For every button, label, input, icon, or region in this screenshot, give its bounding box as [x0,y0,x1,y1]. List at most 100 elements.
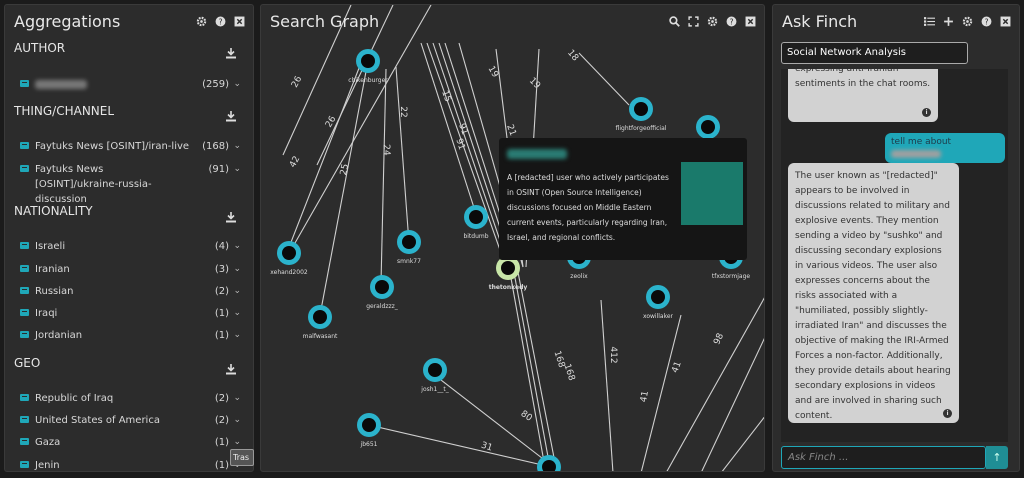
graph-node[interactable]: malfwasant [303,305,338,340]
list-item[interactable]: (259) ⌄ [20,77,241,92]
download-icon[interactable] [225,107,237,122]
chat-history[interactable]: expressing anti-Iranian sentiments in th… [781,69,1008,442]
item-label [35,77,195,92]
item-count: (91) [208,164,229,175]
list-item[interactable]: Faytuks News [OSINT]/iran-live (168) ⌄ [20,139,241,154]
trash-tooltip: Tras [230,449,254,466]
graph-edge [380,68,387,284]
item-count: (1) [214,308,229,319]
chevron-down-icon[interactable]: ⌄ [229,77,241,92]
graph-node[interactable]: chikenburger [348,49,388,84]
download-icon[interactable] [225,44,237,59]
item-count: (1) [214,437,229,448]
chevron-down-icon[interactable]: ⌄ [229,262,241,277]
aggregations-title: Aggregations [14,12,121,31]
search-graph-title: Search Graph [270,12,380,31]
graph-edge-label: 98 [712,332,726,347]
chevron-down-icon[interactable]: ⌄ [229,391,241,406]
graph-edge-label: 26 [290,74,304,89]
query-title-field[interactable]: Social Network Analysis [781,42,968,64]
info-icon[interactable]: i [922,108,931,117]
plus-icon[interactable] [943,16,954,27]
graph-edge-label: 80 [519,409,534,424]
svg-text:?: ? [984,17,988,26]
tag-icon [20,242,29,249]
graph-node-label: chikenburger [348,77,388,84]
chevron-down-icon[interactable]: ⌄ [229,328,241,343]
chevron-down-icon[interactable]: ⌄ [229,139,241,154]
graph-node[interactable]: flightforgeofficial [616,97,667,132]
list-item[interactable]: Russian (2) ⌄ [20,284,241,299]
help-icon[interactable]: ? [215,16,226,27]
chevron-down-icon[interactable]: ⌄ [229,413,241,428]
graph-node[interactable]: xehand2002 [270,241,308,276]
message-text: tell me about [891,137,952,147]
graph-node-label: xehand2002 [270,269,308,276]
gear-icon[interactable] [196,16,207,27]
svg-text:?: ? [729,17,733,26]
graph-edge-label: 168 [561,363,576,383]
download-icon[interactable] [225,208,237,223]
tag-icon [20,142,29,149]
info-icon[interactable]: i [943,409,952,418]
chevron-down-icon[interactable]: ⌄ [229,306,241,321]
graph-edge [666,297,764,471]
list-icon[interactable] [924,16,935,27]
item-label: Iraqi [35,308,58,319]
list-item[interactable]: Jenin (1) ⌄ [20,458,241,471]
graph-node-label: tfxstormjage [712,273,751,280]
list-item[interactable]: Gaza (1) ⌄ [20,435,241,450]
list-item[interactable]: Iraqi (1) ⌄ [20,306,241,321]
help-icon[interactable]: ? [981,16,992,27]
download-icon[interactable] [225,360,237,375]
item-count: (1) [214,460,229,471]
graph-node[interactable]: smnk77 [397,230,421,265]
graph-node-label: malfwasant [303,333,338,340]
svg-text:?: ? [218,17,222,26]
tag-icon [20,165,29,172]
gear-icon[interactable] [707,16,718,27]
list-item[interactable]: United States of America (2) ⌄ [20,413,241,428]
graph-edge [440,379,552,466]
graph-node[interactable]: josh1__t_ [420,358,450,393]
tag-icon [20,265,29,272]
list-item[interactable]: Iranian (3) ⌄ [20,262,241,277]
ask-finch-input[interactable]: Ask Finch ... [781,446,986,469]
graph-edge [701,337,764,471]
tooltip-description: A [redacted] user who actively participa… [507,173,669,242]
fullscreen-icon[interactable] [688,16,699,27]
assistant-message: expressing anti-Iranian sentiments in th… [788,69,938,122]
graph-edge [512,266,552,471]
close-icon[interactable] [1000,16,1011,27]
graph-node[interactable] [696,115,720,139]
close-icon[interactable] [234,16,245,27]
chevron-down-icon[interactable]: ⌄ [229,239,241,254]
close-icon[interactable] [745,16,756,27]
graph-node[interactable]: jb651 [357,413,381,448]
graph-edge [508,266,547,471]
chevron-down-icon[interactable]: ⌄ [229,435,241,450]
item-count: (1) [214,330,229,341]
graph-edge-label: 19 [527,76,542,91]
chevron-down-icon[interactable]: ⌄ [229,162,241,177]
chevron-down-icon[interactable]: ⌄ [229,284,241,299]
graph-edge [319,60,369,316]
graph-edge [290,5,432,251]
graph-node-label: bitdumb [463,233,488,240]
help-icon[interactable]: ? [726,16,737,27]
send-button[interactable]: ↑ [986,446,1008,469]
list-item[interactable]: Israeli (4) ⌄ [20,239,241,254]
search-icon[interactable] [669,16,680,27]
assistant-message: The user known as "[redacted]" appears t… [788,163,959,423]
graph-node-label: zeolix [570,273,588,280]
list-item[interactable]: Faytuks News [OSINT]/ukraine-russia-disc… [20,162,241,207]
graph-node[interactable]: xowillaker [643,285,674,320]
tag-icon [20,438,29,445]
list-item[interactable]: Republic of Iraq (2) ⌄ [20,391,241,406]
graph-node-label: jb651 [360,441,378,448]
graph-node[interactable]: bitdumb [463,205,489,240]
gear-icon[interactable] [962,16,973,27]
graph-node[interactable]: geraldzzz_ [366,275,399,310]
graph-edge-label: 18 [565,48,580,63]
list-item[interactable]: Jordanian (1) ⌄ [20,328,241,343]
